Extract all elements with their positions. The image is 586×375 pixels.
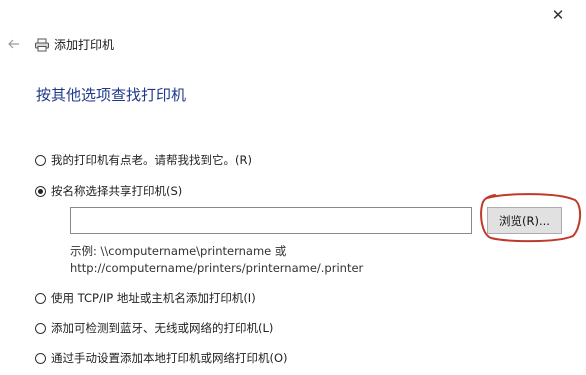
option-bluetooth-wireless[interactable]: 添加可检测到蓝牙、无线或网络的打印机(L): [35, 320, 273, 336]
close-button[interactable]: ✕: [545, 4, 571, 26]
printer-icon: [34, 38, 50, 52]
radio-old-printer[interactable]: [35, 154, 46, 166]
option-old-printer[interactable]: 我的打印机有点老。请帮我找到它。(R): [35, 152, 252, 168]
radio-shared-by-name[interactable]: [35, 185, 46, 197]
option-old-printer-label: 我的打印机有点老。请帮我找到它。(R): [51, 153, 252, 167]
option-tcpip[interactable]: 使用 TCP/IP 地址或主机名添加打印机(I): [35, 290, 256, 306]
back-arrow-icon: [8, 39, 19, 49]
browse-button[interactable]: 浏览(R)...: [487, 207, 562, 234]
example-text: 示例: \\computername\printername 或 http://…: [70, 243, 363, 277]
window-title: 添加打印机: [54, 38, 115, 52]
radio-tcpip[interactable]: [35, 292, 46, 304]
radio-bluetooth-wireless[interactable]: [35, 322, 46, 334]
close-icon: ✕: [551, 6, 565, 24]
radio-manual-local[interactable]: [35, 352, 46, 364]
add-printer-window: ✕ 添加打印机 按其他选项查找打印机 我的打印机有点老。请帮我找到它。(R) 按…: [0, 0, 586, 375]
option-bluetooth-wireless-label: 添加可检测到蓝牙、无线或网络的打印机(L): [51, 321, 274, 335]
window-title-row: 添加打印机: [34, 36, 114, 53]
option-manual-local-label: 通过手动设置添加本地打印机或网络打印机(O): [51, 351, 288, 365]
shared-printer-name-input[interactable]: [70, 207, 472, 234]
option-tcpip-label: 使用 TCP/IP 地址或主机名添加打印机(I): [51, 291, 256, 305]
page-heading: 按其他选项查找打印机: [36, 86, 187, 104]
option-manual-local[interactable]: 通过手动设置添加本地打印机或网络打印机(O): [35, 350, 288, 366]
back-button[interactable]: [4, 34, 24, 54]
example-line-2: http://computername/printers/printername…: [70, 261, 364, 275]
option-shared-by-name[interactable]: 按名称选择共享打印机(S): [35, 183, 182, 199]
example-line-1: 示例: \\computername\printername 或: [70, 244, 287, 258]
option-shared-by-name-label: 按名称选择共享打印机(S): [51, 184, 183, 198]
